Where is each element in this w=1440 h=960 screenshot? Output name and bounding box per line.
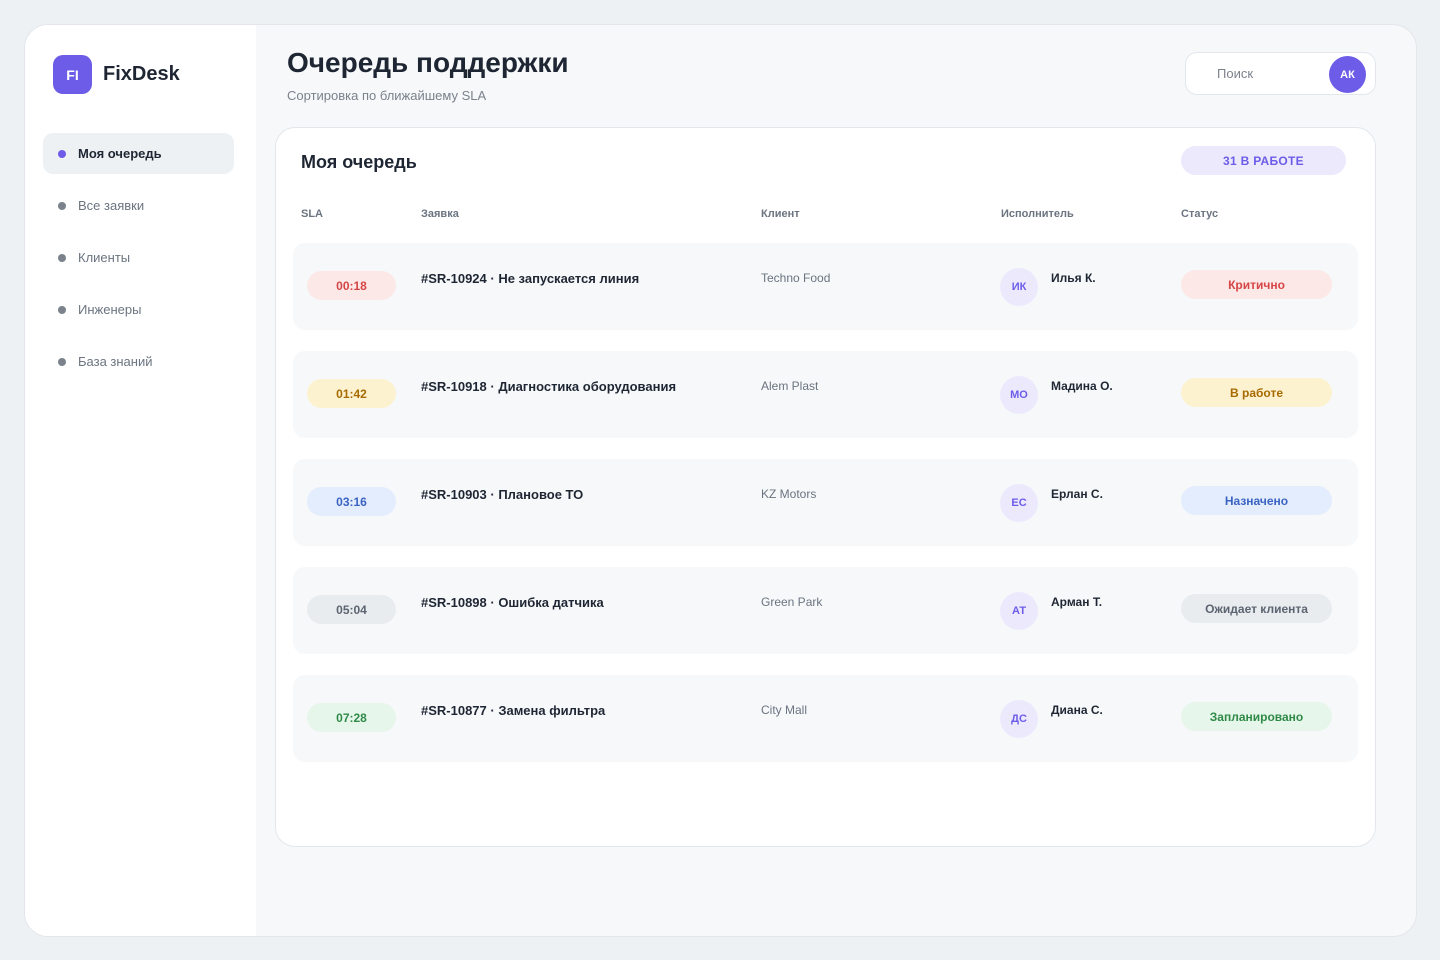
- dot-icon: [58, 253, 66, 262]
- table-row[interactable]: 03:16 #SR-10903 · Плановое ТО KZ Motors …: [293, 459, 1358, 546]
- ticket-title[interactable]: #SR-10903 · Плановое ТО: [421, 487, 583, 502]
- ticket-title[interactable]: #SR-10898 · Ошибка датчика: [421, 595, 604, 610]
- executor-avatar: ДС: [1000, 700, 1038, 738]
- executor-avatar: МО: [1000, 376, 1038, 414]
- app-window: FI FixDesk Моя очередь Все заявки Клиент…: [24, 24, 1417, 937]
- sidebar-item-my-queue[interactable]: Моя очередь: [43, 133, 234, 174]
- sidebar: FI FixDesk Моя очередь Все заявки Клиент…: [25, 25, 256, 936]
- table-row[interactable]: 07:28 #SR-10877 · Замена фильтра City Ma…: [293, 675, 1358, 762]
- queue-title: Моя очередь: [301, 152, 417, 172]
- sidebar-item-clients[interactable]: Клиенты: [43, 237, 234, 278]
- dot-icon: [58, 201, 66, 210]
- column-header-executor[interactable]: Исполнитель: [1001, 208, 1074, 220]
- table-row[interactable]: 01:42 #SR-10918 · Диагностика оборудован…: [293, 351, 1358, 438]
- executor-name: Мадина О.: [1051, 379, 1113, 393]
- dot-icon: [58, 357, 66, 366]
- table-row[interactable]: 00:18 #SR-10924 · Не запускается линия T…: [293, 243, 1358, 330]
- executor-name: Арман Т.: [1051, 595, 1103, 609]
- brand[interactable]: FI FixDesk: [53, 55, 180, 94]
- sidebar-nav: Моя очередь Все заявки Клиенты Инженеры …: [43, 133, 234, 393]
- status-badge: Ожидает клиента: [1181, 594, 1332, 623]
- executor-avatar: ИК: [1000, 268, 1038, 306]
- executor-name: Диана С.: [1051, 703, 1103, 717]
- executor-name: Ерлан С.: [1051, 487, 1103, 501]
- brand-name: FixDesk: [103, 63, 180, 85]
- status-badge: Критично: [1181, 270, 1332, 299]
- search-box: АК: [1185, 52, 1376, 95]
- sla-timer: 00:18: [307, 271, 396, 300]
- table-row[interactable]: 05:04 #SR-10898 · Ошибка датчика Green P…: [293, 567, 1358, 654]
- sla-timer: 03:16: [307, 487, 396, 516]
- brand-logo: FI: [53, 55, 92, 94]
- ticket-title[interactable]: #SR-10918 · Диагностика оборудования: [421, 379, 676, 394]
- sidebar-item-all-tickets[interactable]: Все заявки: [43, 185, 234, 226]
- page-title: Очередь поддержки: [287, 47, 569, 78]
- status-badge: Запланировано: [1181, 702, 1332, 731]
- executor-name: Илья К.: [1051, 271, 1096, 285]
- column-header-sla[interactable]: SLA: [301, 208, 323, 220]
- executor-avatar: ЕС: [1000, 484, 1038, 522]
- client-name: Alem Plast: [761, 379, 819, 393]
- sidebar-item-label: Инженеры: [78, 302, 142, 317]
- sidebar-item-label: Моя очередь: [78, 146, 162, 161]
- sidebar-item-label: Клиенты: [78, 250, 131, 265]
- sla-timer: 01:42: [307, 379, 396, 408]
- user-avatar[interactable]: АК: [1329, 56, 1366, 93]
- sidebar-item-label: Все заявки: [78, 198, 145, 213]
- column-header-ticket[interactable]: Заявка: [421, 208, 459, 220]
- sidebar-item-engineers[interactable]: Инженеры: [43, 289, 234, 330]
- sla-timer: 07:28: [307, 703, 396, 732]
- sla-timer: 05:04: [307, 595, 396, 624]
- client-name: KZ Motors: [761, 487, 817, 501]
- ticket-title[interactable]: #SR-10877 · Замена фильтра: [421, 703, 605, 718]
- page-subtitle: Сортировка по ближайшему SLA: [287, 88, 487, 103]
- sidebar-item-knowledge-base[interactable]: База знаний: [43, 341, 234, 382]
- client-name: Techno Food: [761, 271, 831, 285]
- client-name: City Mall: [761, 703, 808, 717]
- dot-icon: [58, 149, 66, 158]
- sidebar-item-label: База знаний: [78, 354, 153, 369]
- status-badge: Назначено: [1181, 486, 1332, 515]
- queue-card: Моя очередь 31 В РАБОТЕ SLA Заявка Клиен…: [275, 127, 1376, 847]
- status-badge: В работе: [1181, 378, 1332, 407]
- executor-avatar: АТ: [1000, 592, 1038, 630]
- search-input[interactable]: [1204, 53, 1322, 94]
- client-name: Green Park: [761, 595, 823, 609]
- dot-icon: [58, 305, 66, 314]
- column-header-client[interactable]: Клиент: [761, 208, 800, 220]
- ticket-title[interactable]: #SR-10924 · Не запускается линия: [421, 271, 639, 286]
- in-progress-count-badge: 31 В РАБОТЕ: [1181, 146, 1346, 175]
- column-header-status[interactable]: Статус: [1181, 208, 1218, 220]
